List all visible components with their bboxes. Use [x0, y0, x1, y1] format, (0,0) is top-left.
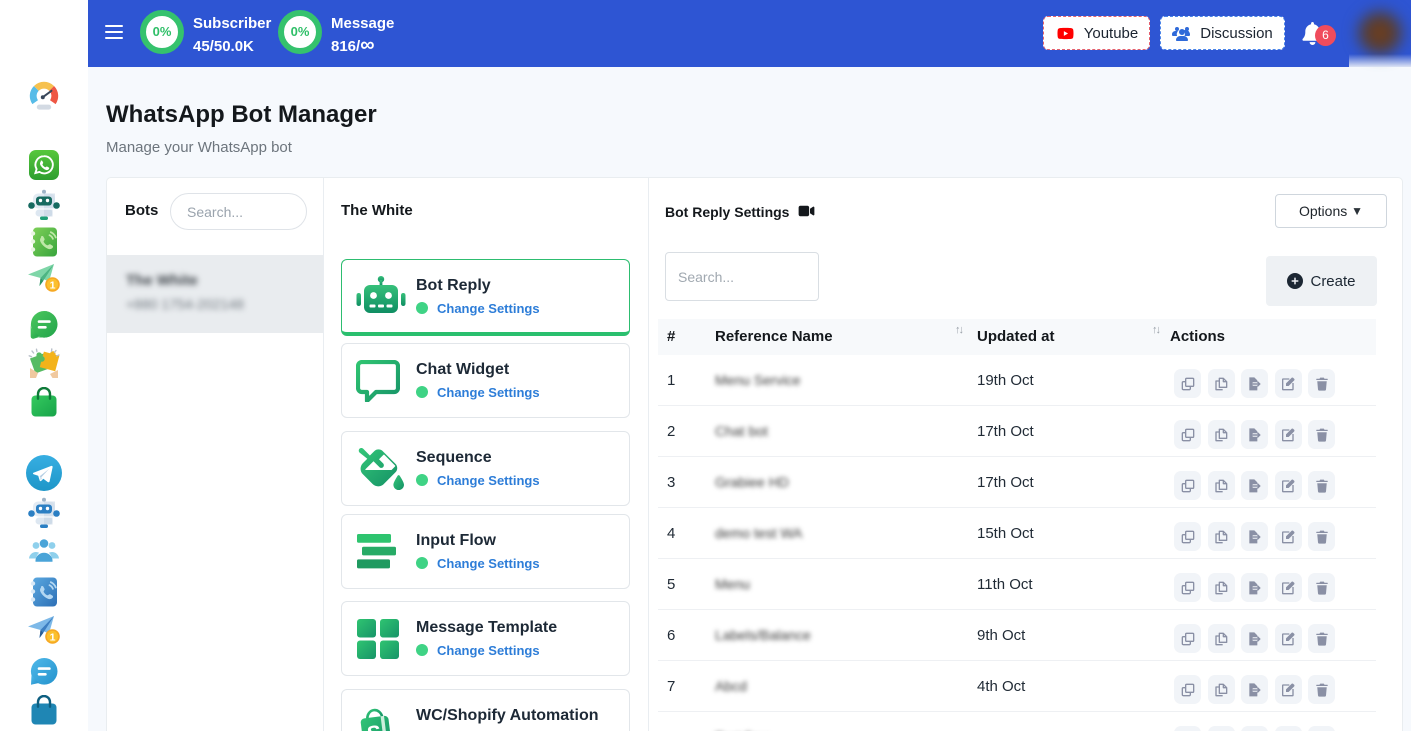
svg-text:1: 1	[50, 632, 56, 644]
svg-text:1: 1	[50, 280, 56, 292]
